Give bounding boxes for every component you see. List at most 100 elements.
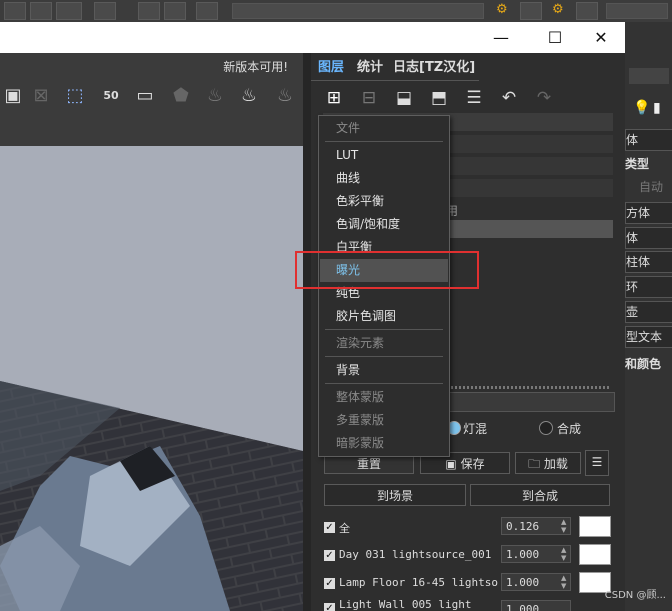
- menu-separator: [325, 356, 443, 357]
- color-swatch[interactable]: [579, 544, 611, 565]
- row-checkbox[interactable]: ✓: [324, 522, 335, 533]
- host-tool-button[interactable]: [520, 2, 542, 20]
- close-button[interactable]: ✕: [586, 28, 616, 47]
- frame-icon[interactable]: ▭: [132, 83, 158, 109]
- color-swatch[interactable]: [579, 516, 611, 537]
- clear-icon[interactable]: ⊠: [28, 83, 54, 109]
- row-checkbox[interactable]: ✓: [324, 578, 335, 589]
- row-checkbox[interactable]: ✓: [324, 603, 335, 611]
- menu-item-filmic-tonemap[interactable]: 胶片色调图: [320, 305, 448, 328]
- intensity-field[interactable]: 1.000: [501, 600, 571, 611]
- menu-separator: [325, 383, 443, 384]
- light-row[interactable]: ✓ Light Wall 005 light 1.000: [322, 599, 622, 611]
- render-image: [0, 381, 303, 611]
- light-name: Day 031 lightsource_001: [339, 548, 492, 561]
- host-tool-button[interactable]: [30, 2, 52, 20]
- command-item[interactable]: 壶: [625, 301, 672, 323]
- host-search-field[interactable]: [232, 3, 484, 19]
- to-scene-button[interactable]: 到场景: [324, 484, 466, 506]
- light-bulb-icon[interactable]: 💡: [633, 100, 650, 116]
- host-tool-button[interactable]: [94, 2, 116, 20]
- save-image-icon[interactable]: ▣: [0, 83, 26, 109]
- zoom-50-icon[interactable]: 50: [98, 83, 124, 109]
- host-tool-button[interactable]: [196, 2, 218, 20]
- list-icon[interactable]: ☰: [461, 85, 487, 111]
- teapot-icon[interactable]: ♨: [202, 83, 228, 109]
- light-name: Lamp Floor 16-45 lightsource: [339, 576, 499, 589]
- menu-item-color-balance[interactable]: 色彩平衡: [320, 190, 448, 213]
- host-tool-button[interactable]: [4, 2, 26, 20]
- command-heading: 类型: [625, 157, 650, 171]
- command-panel: 💡 ▮ 体 类型 自动 方体 体 柱体 环 壶 型文本 和颜色: [625, 22, 672, 611]
- save-button-label: 保存: [460, 457, 485, 471]
- host-tool-button[interactable]: [138, 2, 160, 20]
- save-layers-icon[interactable]: ⬓: [391, 85, 417, 111]
- command-item[interactable]: 型文本: [625, 326, 672, 348]
- gear-icon[interactable]: ⚙: [496, 2, 508, 17]
- composite-label: 合成: [557, 422, 582, 436]
- light-name: 全: [339, 522, 350, 535]
- light-name: Light Wall 005 light: [339, 599, 472, 611]
- command-item[interactable]: 环: [625, 276, 672, 298]
- menu-item-shadow-mask: 暗影蒙版: [336, 436, 385, 450]
- blend-label: 灯混: [463, 422, 488, 436]
- command-item[interactable]: 体: [625, 227, 672, 249]
- command-item[interactable]: 方体: [625, 202, 672, 224]
- spinner-arrows-icon[interactable]: ▲ ▼: [561, 574, 566, 590]
- menu-item-file: 文件: [336, 121, 361, 135]
- teapot-icon[interactable]: ♨: [272, 83, 298, 109]
- region-select-icon[interactable]: ⬚: [62, 83, 88, 109]
- command-item[interactable]: 体: [625, 129, 672, 151]
- host-tool-button[interactable]: [56, 2, 82, 20]
- resize-grip[interactable]: [451, 386, 611, 389]
- folder-icon: 🗀: [528, 457, 541, 471]
- host-field[interactable]: [606, 3, 668, 19]
- tab-divider: [311, 80, 479, 81]
- menu-item-hue-saturation[interactable]: 色调/饱和度: [320, 213, 448, 236]
- host-tool-button[interactable]: [576, 2, 598, 20]
- render-teapot-icon[interactable]: ♨: [236, 83, 262, 109]
- render-viewport[interactable]: [0, 146, 303, 611]
- menu-item-multi-mask: 多重蒙版: [336, 413, 385, 427]
- menu-item-background[interactable]: 背景: [320, 359, 448, 382]
- spinner-arrows-icon[interactable]: ▲ ▼: [561, 518, 566, 534]
- composite-radio[interactable]: [539, 421, 553, 435]
- camera-icon[interactable]: ▮: [653, 100, 661, 116]
- minimize-button[interactable]: —: [486, 28, 516, 47]
- menu-item-layer-mask: 整体蒙版: [336, 390, 385, 404]
- light-row[interactable]: ✓ 全 0.126 ▲ ▼: [322, 515, 622, 541]
- tab-layers[interactable]: 图层: [318, 58, 344, 78]
- menu-separator: [325, 141, 443, 142]
- light-row[interactable]: ✓ Lamp Floor 16-45 lightsource 1.000 ▲▼: [322, 571, 622, 597]
- save-icon: ▣: [445, 457, 457, 471]
- menu-separator: [325, 329, 443, 330]
- redo-icon[interactable]: ↷: [531, 85, 557, 111]
- tab-log[interactable]: 日志[TZ汉化]: [393, 58, 475, 78]
- gear-icon[interactable]: ⚙: [552, 2, 564, 17]
- panel-splitter[interactable]: [303, 53, 311, 611]
- menu-list-button[interactable]: ☰: [585, 450, 609, 476]
- shield-icon[interactable]: ⬟: [168, 83, 194, 109]
- row-checkbox[interactable]: ✓: [324, 550, 335, 561]
- command-item[interactable]: 柱体: [625, 251, 672, 273]
- spinner-arrows-icon[interactable]: ▲ ▼: [561, 546, 566, 562]
- load-layers-icon[interactable]: ⬒: [426, 85, 452, 111]
- light-row[interactable]: ✓ Day 031 lightsource_001 1.000 ▲ ▼: [322, 543, 622, 569]
- maximize-button[interactable]: ☐: [540, 28, 570, 47]
- delete-layer-icon[interactable]: ⊟: [356, 85, 382, 111]
- add-layer-icon[interactable]: ⊞: [321, 85, 347, 111]
- window-titlebar: — ☐ ✕: [0, 22, 625, 53]
- command-panel-tabs[interactable]: [629, 68, 669, 84]
- tab-stats[interactable]: 统计: [357, 58, 383, 78]
- host-tool-button[interactable]: [164, 2, 186, 20]
- menu-item-lut[interactable]: LUT: [320, 144, 448, 167]
- load-button[interactable]: 🗀 加载: [515, 452, 581, 474]
- update-notice[interactable]: 新版本可用!: [223, 58, 288, 75]
- undo-icon[interactable]: ↶: [496, 85, 522, 111]
- command-item[interactable]: 自动: [625, 177, 672, 197]
- to-composite-button[interactable]: 到合成: [470, 484, 610, 506]
- command-heading: 和颜色: [625, 357, 662, 371]
- list-icon: ☰: [591, 455, 603, 469]
- menu-item-curves[interactable]: 曲线: [320, 167, 448, 190]
- host-toolbar: ⚙ ⚙: [0, 0, 672, 22]
